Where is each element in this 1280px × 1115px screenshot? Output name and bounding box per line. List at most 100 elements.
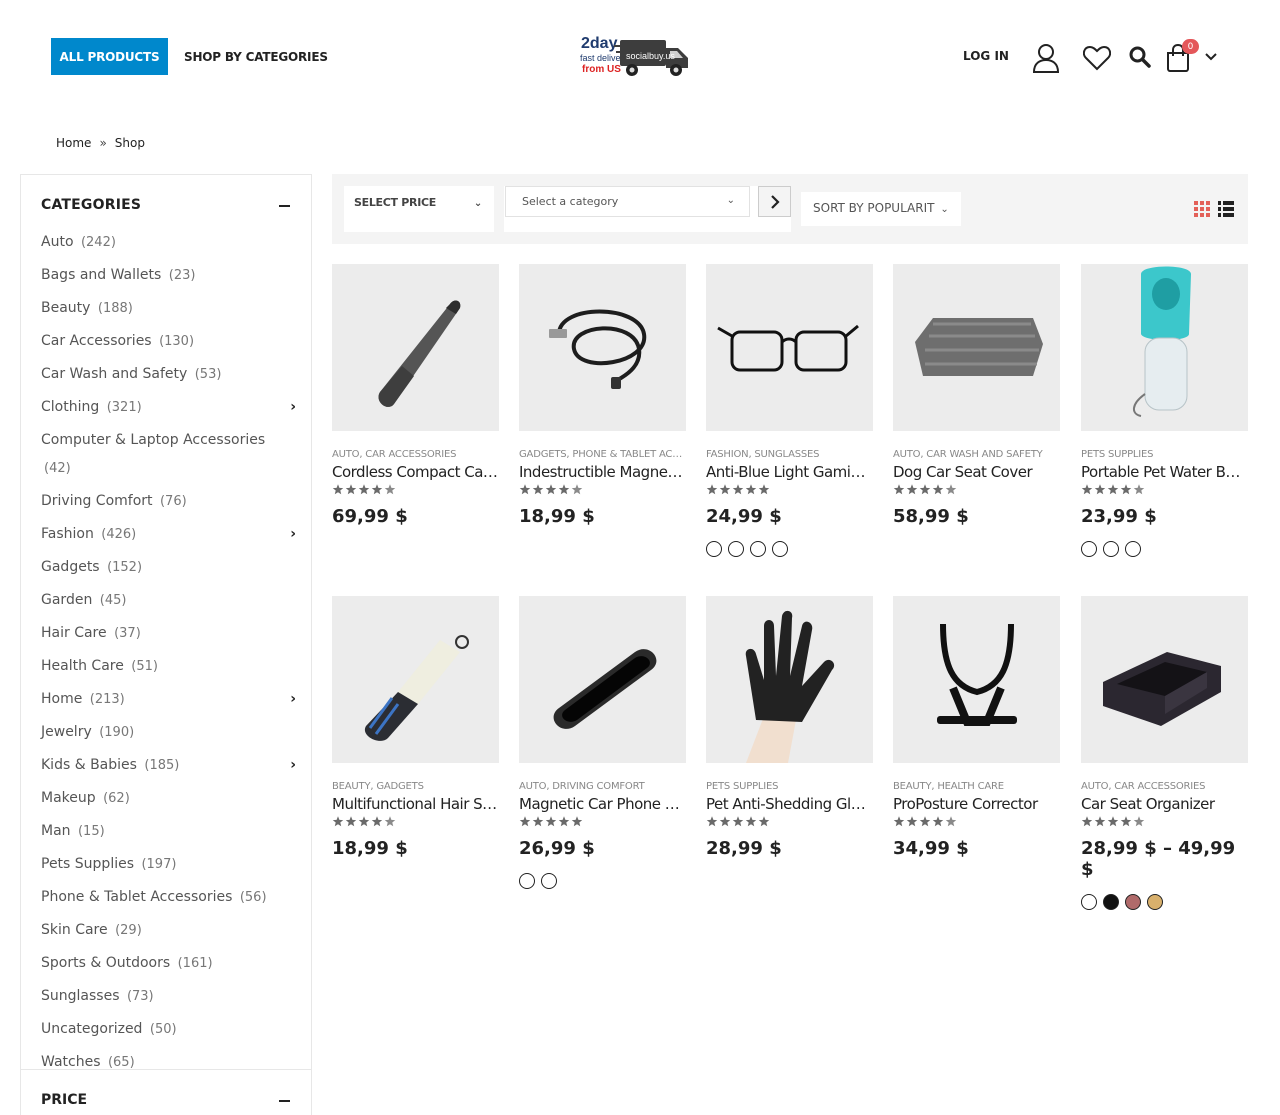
product-title[interactable]: Pet Anti-Shedding Gloves [706,795,873,813]
product-image[interactable] [1081,596,1248,763]
product-card[interactable]: BEAUTY, HEALTH CARE ProPosture Corrector 3… [893,596,1060,859]
category-name[interactable]: Makeup [41,790,96,806]
user-icon[interactable] [1032,43,1060,73]
product-card[interactable]: AUTO, CAR ACCESSORIES Car Seat Organizer 2… [1081,596,1248,910]
categories-collapse-icon[interactable] [279,205,290,207]
product-categories[interactable]: BEAUTY, HEALTH CARE [893,781,1060,792]
product-image[interactable] [1081,264,1248,431]
category-item[interactable]: Pets Supplies (197) [41,850,296,879]
color-swatch[interactable] [1081,541,1097,557]
product-image[interactable] [332,264,499,431]
product-card[interactable]: PETS SUPPLIES Pet Anti-Shedding Gloves 28,… [706,596,873,859]
category-item[interactable]: Hair Care (37) [41,619,296,648]
category-item[interactable]: Phone & Tablet Accessories (56) [41,883,296,912]
category-item[interactable]: Makeup (62) [41,784,296,813]
chevron-down-icon[interactable] [1205,53,1217,61]
color-swatch[interactable] [1147,894,1163,910]
category-item[interactable]: Auto (242) [41,228,296,257]
category-name[interactable]: Computer & Laptop Accessories [41,432,265,448]
all-products-button[interactable]: ALL PRODUCTS [51,38,168,75]
category-item[interactable]: Clothing (321) › [41,393,296,422]
category-item[interactable]: Bags and Wallets (23) [41,261,296,290]
product-categories[interactable]: PETS SUPPLIES [706,781,873,792]
color-swatch[interactable] [706,541,722,557]
product-title[interactable]: Car Seat Organizer [1081,795,1248,813]
product-card[interactable]: AUTO, CAR ACCESSORIES Cordless Compact Ca… [332,264,499,527]
product-image[interactable] [519,596,686,763]
filter-go-button[interactable] [758,186,791,217]
wishlist-heart-icon[interactable] [1083,45,1111,71]
category-item[interactable]: Sports & Outdoors (161) [41,949,296,978]
product-title[interactable]: Indestructible Magnetic Cable [519,463,686,481]
category-item[interactable]: Beauty (188) [41,294,296,323]
chevron-right-icon[interactable]: › [290,520,296,548]
color-swatch[interactable] [1125,894,1141,910]
select-category-dropdown[interactable]: Select a category ⌄ [505,186,750,217]
category-name[interactable]: Gadgets [41,559,100,575]
category-item[interactable]: Kids & Babies (185) › [41,751,296,780]
color-swatch[interactable] [772,541,788,557]
category-name[interactable]: Fashion [41,526,94,542]
category-name[interactable]: Auto [41,234,74,250]
category-item[interactable]: Driving Comfort (76) [41,487,296,516]
product-title[interactable]: Dog Car Seat Cover [893,463,1060,481]
category-item[interactable]: Jewelry (190) [41,718,296,747]
product-card[interactable]: AUTO, DRIVING COMFORT Magnetic Car Phone … [519,596,686,889]
product-categories[interactable]: AUTO, CAR ACCESSORIES [1081,781,1248,792]
login-link[interactable]: LOG IN [963,49,1009,63]
category-item[interactable]: Garden (45) [41,586,296,615]
select-price-dropdown[interactable]: SELECT PRICE ⌄ [344,186,494,232]
product-title[interactable]: Portable Pet Water Bottle [1081,463,1248,481]
product-card[interactable]: BEAUTY, GADGETS Multifunctional Hair Styl… [332,596,499,859]
category-name[interactable]: Jewelry [41,724,92,740]
color-swatch[interactable] [1125,541,1141,557]
product-image[interactable] [706,264,873,431]
product-categories[interactable]: AUTO, DRIVING COMFORT [519,781,686,792]
category-name[interactable]: Uncategorized [41,1021,142,1037]
category-name[interactable]: Sports & Outdoors [41,955,170,971]
category-name[interactable]: Health Care [41,658,124,674]
product-categories[interactable]: PETS SUPPLIES [1081,449,1248,460]
product-categories[interactable]: AUTO, CAR ACCESSORIES [332,449,499,460]
category-item[interactable]: Watches (65) [41,1048,296,1077]
color-swatch[interactable] [750,541,766,557]
category-item[interactable]: Uncategorized (50) [41,1015,296,1044]
product-card[interactable]: FASHION, SUNGLASSES Anti-Blue Light Gamin… [706,264,873,557]
price-collapse-icon[interactable] [279,1100,290,1102]
product-card[interactable]: PETS SUPPLIES Portable Pet Water Bottle 23… [1081,264,1248,557]
product-title[interactable]: Magnetic Car Phone Holder [519,795,686,813]
search-icon[interactable] [1129,46,1151,68]
category-item[interactable]: Sunglasses (73) [41,982,296,1011]
grid-view-icon[interactable] [1194,201,1210,217]
category-item[interactable]: Gadgets (152) [41,553,296,582]
color-swatch[interactable] [541,873,557,889]
category-item[interactable]: Man (15) [41,817,296,846]
category-item[interactable]: Skin Care (29) [41,916,296,945]
product-title[interactable]: Cordless Compact Car Vacuum [332,463,499,481]
category-name[interactable]: Skin Care [41,922,108,938]
category-name[interactable]: Car Accessories [41,333,152,349]
product-title[interactable]: Multifunctional Hair Styler [332,795,499,813]
product-categories[interactable]: GADGETS, PHONE & TABLET ACCESSORIES [519,449,686,460]
product-categories[interactable]: FASHION, SUNGLASSES [706,449,873,460]
category-item[interactable]: Computer & Laptop Accessories (42) [41,426,296,483]
category-name[interactable]: Driving Comfort [41,493,153,509]
category-name[interactable]: Home [41,691,82,707]
product-image[interactable] [893,264,1060,431]
product-image[interactable] [706,596,873,763]
product-image[interactable] [893,596,1060,763]
category-item[interactable]: Health Care (51) [41,652,296,681]
category-item[interactable]: Car Wash and Safety (53) [41,360,296,389]
product-card[interactable]: AUTO, CAR WASH AND SAFETY Dog Car Seat Co… [893,264,1060,527]
category-name[interactable]: Watches [41,1054,101,1070]
category-name[interactable]: Kids & Babies [41,757,137,773]
site-logo[interactable]: 2day fast delivery from US socialbuy.us [576,34,692,80]
product-categories[interactable]: BEAUTY, GADGETS [332,781,499,792]
category-item[interactable]: Home (213) › [41,685,296,714]
category-name[interactable]: Man [41,823,71,839]
product-image[interactable] [519,264,686,431]
product-categories[interactable]: AUTO, CAR WASH AND SAFETY [893,449,1060,460]
color-swatch[interactable] [1081,894,1097,910]
category-name[interactable]: Sunglasses [41,988,119,1004]
breadcrumb-home[interactable]: Home [56,136,91,150]
